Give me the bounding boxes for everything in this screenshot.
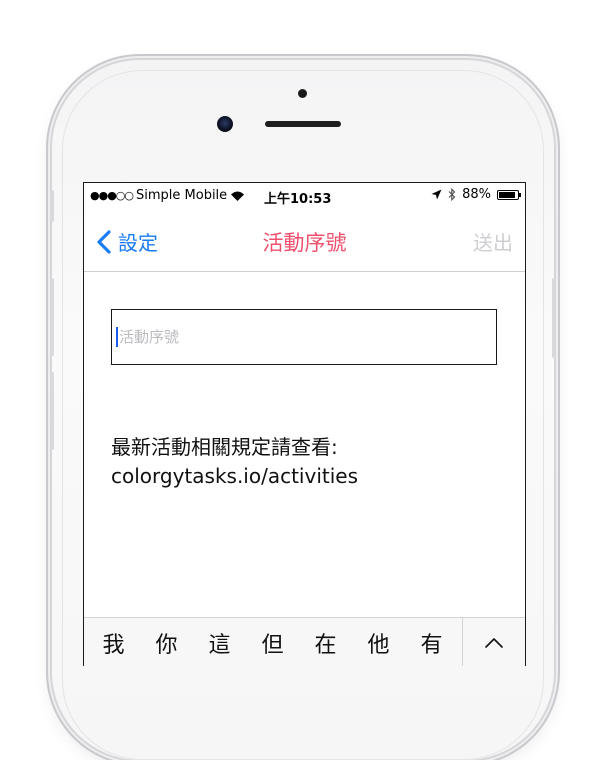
- phone-screen: ●●●○○ Simple Mobile 上午10:53 88% 設定 活動序號 …: [83, 182, 526, 666]
- battery-level: [499, 191, 515, 198]
- power-button: [552, 278, 556, 358]
- serial-number-field[interactable]: [111, 309, 497, 365]
- notice-text: 最新活動相關規定請查看:: [111, 435, 338, 459]
- candidate-word[interactable]: 我: [87, 627, 140, 659]
- activity-notice: 最新活動相關規定請查看: colorgytasks.io/activities: [111, 433, 358, 491]
- keyboard-candidate-bar: 我 你 這 但 在 他 有: [84, 617, 525, 666]
- status-left: ●●●○○ Simple Mobile: [90, 188, 245, 203]
- page-title: 活動序號: [262, 231, 347, 255]
- candidate-word[interactable]: 這: [193, 627, 246, 659]
- text-cursor: [116, 327, 118, 347]
- carrier-name: Simple Mobile: [136, 188, 228, 203]
- activities-link[interactable]: colorgytasks.io/activities: [111, 462, 358, 491]
- navigation-bar: 設定 活動序號 送出: [84, 209, 525, 272]
- volume-up-button: [50, 278, 54, 356]
- status-right: 88%: [431, 187, 521, 202]
- chevron-up-icon: [485, 637, 503, 648]
- bluetooth-icon: [448, 188, 456, 201]
- earpiece-speaker: [265, 121, 341, 127]
- expand-candidates-button[interactable]: [462, 618, 525, 666]
- mute-switch: [50, 190, 54, 222]
- serial-number-input[interactable]: [119, 328, 479, 346]
- candidate-word[interactable]: 他: [352, 627, 405, 659]
- front-camera: [217, 116, 233, 132]
- location-arrow-icon: [431, 189, 442, 200]
- candidate-word[interactable]: 有: [405, 627, 458, 659]
- send-button[interactable]: 送出: [473, 227, 513, 256]
- status-time: 上午10:53: [264, 192, 332, 207]
- candidate-word[interactable]: 你: [140, 627, 193, 659]
- proximity-sensor: [298, 89, 307, 98]
- candidate-word[interactable]: 在: [299, 627, 352, 659]
- battery-icon: [497, 189, 521, 200]
- volume-down-button: [50, 372, 54, 450]
- candidate-word[interactable]: 但: [246, 627, 299, 659]
- wifi-icon: [231, 191, 245, 201]
- signal-icon: ●●●○○: [90, 189, 134, 202]
- status-bar: ●●●○○ Simple Mobile 上午10:53 88%: [84, 183, 525, 209]
- battery-percent: 88%: [462, 187, 491, 202]
- battery-tip: [519, 192, 521, 197]
